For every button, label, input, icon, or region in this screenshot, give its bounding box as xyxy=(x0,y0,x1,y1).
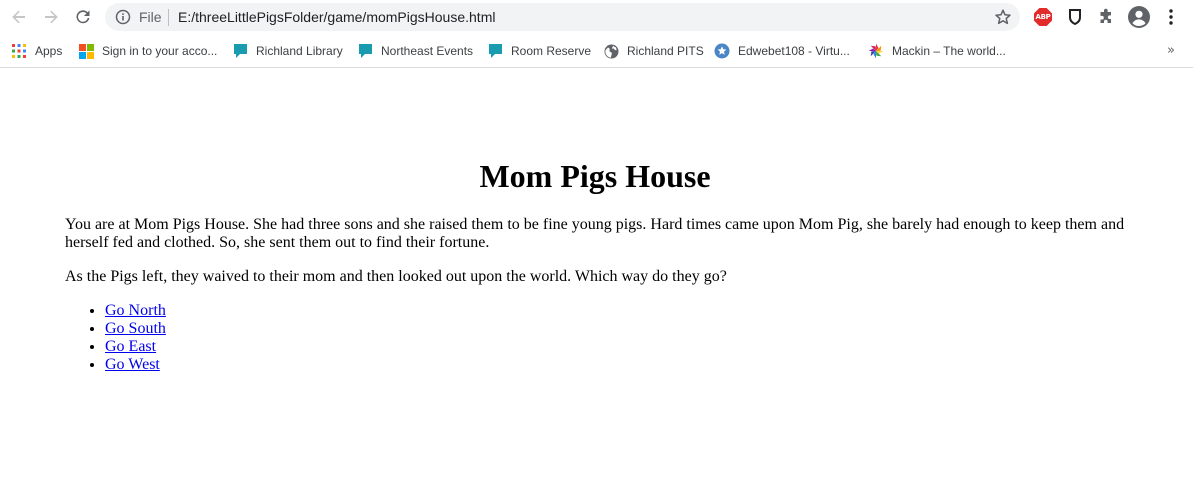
bookmark-label: Richland Library xyxy=(256,44,343,58)
browser-toolbar: File E:/threeLittlePigsFolder/game/momPi… xyxy=(0,0,1193,35)
bookmark-apps[interactable]: Apps xyxy=(11,41,62,61)
bookmark-label: Edwebet108 - Virtu... xyxy=(738,44,850,58)
bookmarks-bar: Apps Sign in to your acco... Richland Li… xyxy=(0,35,1193,68)
bookmark-richland-library[interactable]: Richland Library xyxy=(232,41,343,61)
reload-button[interactable] xyxy=(70,4,96,30)
pinwheel-icon xyxy=(868,43,884,59)
direction-list: Go North Go South Go East Go West xyxy=(65,302,166,374)
intro-paragraph: You are at Mom Pigs House. She had three… xyxy=(65,216,1125,251)
account-avatar-icon xyxy=(1128,6,1150,28)
back-button[interactable] xyxy=(6,4,32,30)
speech-bubble-icon xyxy=(232,43,248,59)
profile-button[interactable] xyxy=(1128,6,1150,28)
arrow-right-icon xyxy=(45,10,58,24)
more-vertical-icon xyxy=(1169,9,1173,25)
arrow-left-icon xyxy=(12,10,25,24)
bookmark-microsoft-signin[interactable]: Sign in to your acco... xyxy=(78,41,217,61)
go-south-link[interactable]: Go South xyxy=(105,320,166,337)
address-bar[interactable]: File E:/threeLittlePigsFolder/game/momPi… xyxy=(105,3,1020,31)
bookmark-label: Apps xyxy=(35,44,63,58)
apps-grid-icon xyxy=(11,43,27,59)
bookmark-star-icon[interactable] xyxy=(994,8,1012,26)
list-item: Go West xyxy=(105,356,166,374)
browser-window: File E:/threeLittlePigsFolder/game/momPi… xyxy=(0,0,1193,498)
bookmark-label: Mackin – The world... xyxy=(892,44,1006,58)
puzzle-piece-icon xyxy=(1100,8,1111,23)
star-badge-icon xyxy=(714,43,730,59)
bookmark-label: Sign in to your acco... xyxy=(102,44,218,58)
address-scheme-label: File xyxy=(139,9,162,25)
bookmark-room-reserve[interactable]: Room Reserve xyxy=(487,41,591,61)
bookmark-northeast-events[interactable]: Northeast Events xyxy=(357,41,473,61)
reload-icon xyxy=(76,10,90,24)
shield-extension-button[interactable] xyxy=(1065,7,1085,27)
bookmarks-overflow-chevron-icon[interactable]: » xyxy=(1167,43,1175,58)
go-west-link[interactable]: Go West xyxy=(105,356,160,373)
address-url[interactable]: E:/threeLittlePigsFolder/game/momPigsHou… xyxy=(178,9,495,25)
page-title: Mom Pigs House xyxy=(479,158,711,194)
go-north-link[interactable]: Go North xyxy=(105,302,166,319)
speech-bubble-icon xyxy=(487,43,503,59)
extensions-button[interactable] xyxy=(1096,7,1116,27)
go-east-link[interactable]: Go East xyxy=(105,338,156,355)
list-item: Go East xyxy=(105,338,166,356)
forward-button[interactable] xyxy=(38,4,64,30)
bookmark-mackin[interactable]: Mackin – The world... xyxy=(868,41,1006,61)
bookmark-richland-pits[interactable]: Richland PITS xyxy=(603,41,704,61)
bookmark-edwebet108[interactable]: Edwebet108 - Virtu... xyxy=(714,41,850,61)
adblock-extension-button[interactable]: ABP xyxy=(1033,7,1053,27)
adblock-icon: ABP xyxy=(1034,8,1052,26)
browser-menu-button[interactable] xyxy=(1161,7,1181,27)
bookmark-label: Room Reserve xyxy=(511,44,592,58)
shield-icon xyxy=(1069,9,1081,26)
microsoft-logo-icon xyxy=(78,43,94,59)
info-icon[interactable] xyxy=(115,9,131,25)
address-separator xyxy=(168,9,169,26)
bookmark-label: Northeast Events xyxy=(381,44,474,58)
globe-icon xyxy=(603,43,619,59)
question-paragraph: As the Pigs left, they waived to their m… xyxy=(65,268,727,285)
speech-bubble-icon xyxy=(357,43,373,59)
bookmark-label: Richland PITS xyxy=(627,44,704,58)
list-item: Go North xyxy=(105,302,166,320)
list-item: Go South xyxy=(105,320,166,338)
web-page-content: Mom Pigs House You are at Mom Pigs House… xyxy=(0,68,1193,498)
